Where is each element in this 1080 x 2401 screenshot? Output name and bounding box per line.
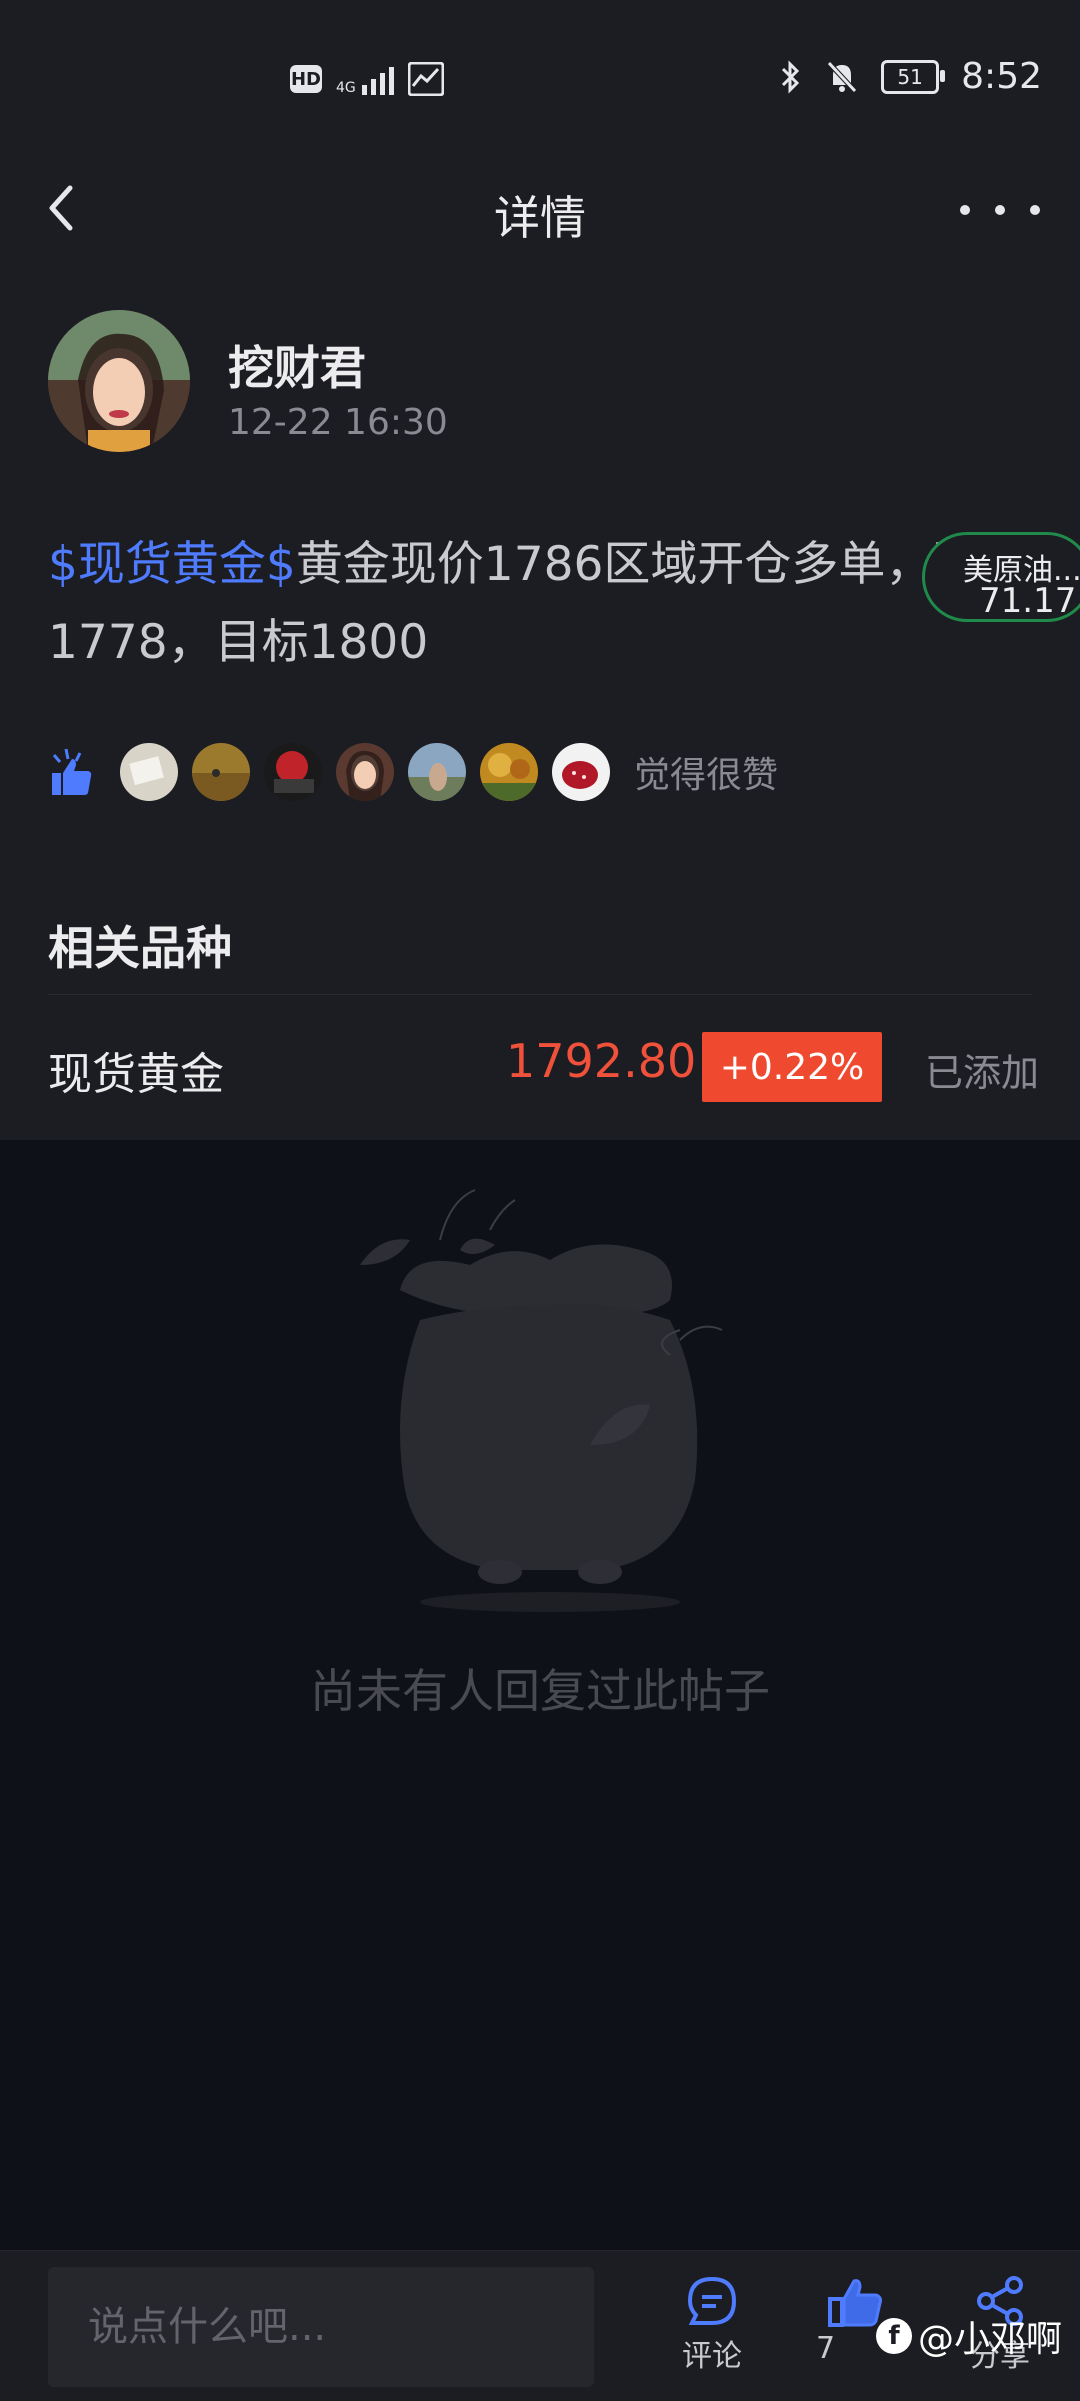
liker-avatar[interactable] (120, 743, 178, 801)
hd-badge: HD (290, 65, 322, 93)
page-title: 详情 (494, 191, 586, 245)
liker-avatar[interactable] (480, 743, 538, 801)
liker-avatar[interactable] (552, 743, 610, 801)
battery-level: 51 (897, 64, 923, 89)
likes-label: 觉得很赞 (634, 755, 779, 796)
liker-avatar[interactable] (408, 743, 466, 801)
status-left: HD 4G (290, 62, 444, 96)
post-time: 12-22 16:30 (228, 402, 448, 443)
signal-icon (361, 63, 394, 95)
instrument-name: 现货黄金 (48, 1049, 224, 1100)
likes-row[interactable]: 觉得很赞 (48, 740, 778, 804)
divider (48, 994, 1032, 995)
dot-icon (960, 205, 970, 215)
bluetooth-icon (782, 59, 800, 94)
clock: 8:52 (961, 56, 1042, 97)
related-section-title: 相关品种 (48, 921, 232, 975)
dot-icon (995, 205, 1005, 215)
dot-icon (1030, 205, 1040, 215)
liker-avatar[interactable] (336, 743, 394, 801)
post-content: $现货黄金$黄金现价1786区域开仓多单，防1 1778，目标1800 (48, 526, 1048, 682)
comment-button[interactable]: 评论 (652, 2273, 772, 2375)
watermark-text: @小邓啊 (918, 2319, 1063, 2360)
battery-icon: 51 (881, 59, 946, 94)
more-options-button[interactable] (960, 190, 1040, 230)
liker-avatar[interactable] (264, 743, 322, 801)
social-logo-icon: f (876, 2318, 912, 2354)
watermark: f @小邓啊 (876, 2310, 1062, 2362)
added-status-button[interactable]: 已添加 (925, 1042, 1039, 1097)
network-label: 4G (336, 80, 356, 96)
instrument-tag-link[interactable]: $现货黄金$ (48, 537, 296, 592)
comment-input[interactable] (48, 2267, 594, 2387)
empty-bag-illustration (360, 1189, 723, 1612)
floating-quote-widget[interactable]: 美原油... 71.17 (922, 532, 1080, 622)
comment-icon (687, 2276, 737, 2325)
stock-app-icon (407, 62, 444, 96)
post-card: 挖财君 12-22 16:30 $现货黄金$黄金现价1786区域开仓多单，防1 … (0, 256, 1080, 1140)
mute-bell-icon (827, 60, 857, 93)
top-header: 详情 (0, 160, 1080, 257)
liker-avatar[interactable] (192, 743, 250, 801)
thumbs-up-icon (52, 748, 92, 795)
status-right: 51 8:52 (779, 56, 1042, 97)
author-avatar[interactable] (48, 310, 190, 452)
floating-quote-value: 71.17 (979, 581, 1077, 621)
comment-label: 评论 (682, 2339, 742, 2374)
status-bar: HD 4G 51 8:52 (0, 0, 1080, 160)
instrument-price: 1792.80 (506, 1034, 697, 1088)
empty-state-text: 尚未有人回复过此帖子 (310, 1664, 770, 1718)
change-badge: +0.22% (702, 1032, 882, 1102)
network-indicator: 4G (336, 63, 394, 95)
author-name[interactable]: 挖财君 (228, 332, 366, 398)
